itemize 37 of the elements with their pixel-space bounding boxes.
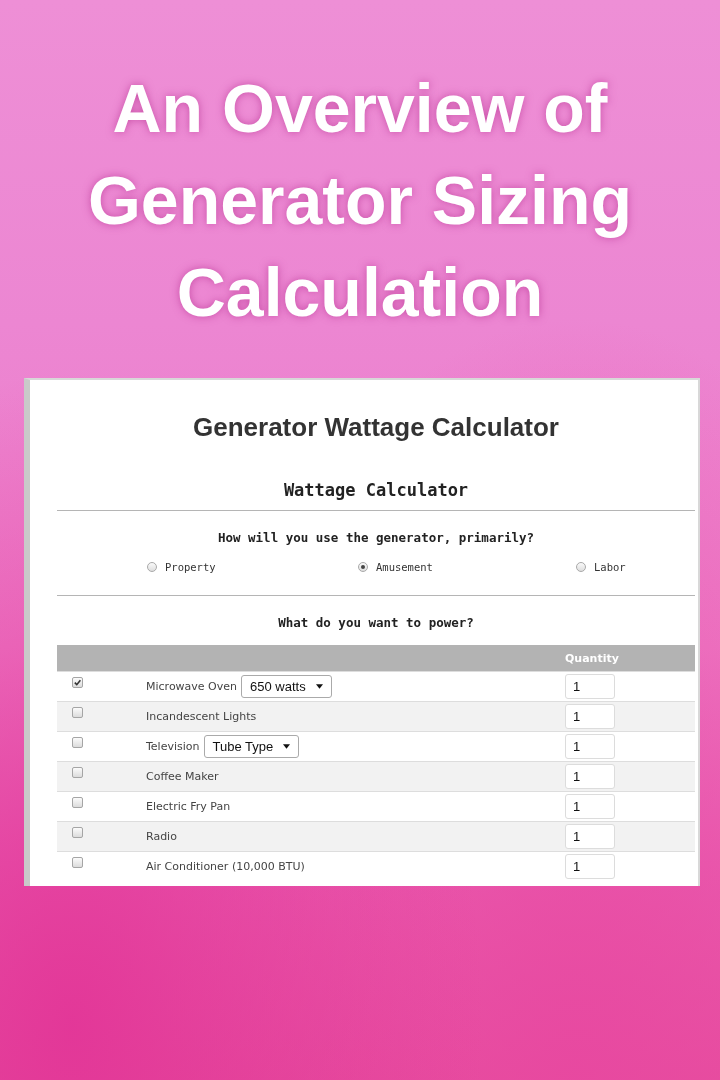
page-title: Generator Wattage Calculator	[192, 412, 560, 442]
radio-button[interactable]	[358, 562, 368, 572]
appliance-name: Electric Fry Pan	[146, 800, 231, 813]
caret-icon	[283, 744, 291, 749]
section-title: Wattage Calculator	[282, 479, 470, 501]
radio-label: Labor	[594, 561, 626, 573]
quantity-input[interactable]: 1	[565, 704, 615, 729]
dropdown[interactable]: Tube Type	[203, 735, 300, 758]
quantity-input[interactable]: 1	[565, 674, 615, 699]
checkbox[interactable]	[72, 707, 83, 718]
appliance-name: Coffee Maker	[146, 770, 219, 783]
checkbox[interactable]	[72, 797, 83, 808]
column-header: Quantity	[565, 651, 619, 665]
radio-label: Property	[165, 561, 216, 573]
appliance-name: Incandescent Lights	[146, 710, 257, 723]
radio-button[interactable]	[147, 562, 157, 572]
appliance-name: Radio	[146, 830, 177, 843]
checkbox[interactable]	[72, 737, 83, 748]
dropdown[interactable]: 650 watts	[241, 675, 332, 698]
usage-question: How will you use the generator, primarily?	[216, 530, 536, 546]
quantity-input[interactable]: 1	[565, 794, 615, 819]
radio-label: Amusement	[376, 561, 433, 573]
quantity-input[interactable]: 1	[565, 824, 615, 849]
quantity-input[interactable]: 1	[565, 764, 615, 789]
caret-icon	[315, 684, 323, 689]
checkbox[interactable]	[72, 827, 83, 838]
power-question: What do you want to power?	[277, 615, 475, 631]
checkbox[interactable]	[72, 857, 83, 868]
checkbox[interactable]	[72, 767, 83, 778]
appliance-name: Air Conditioner (10,000 BTU)	[146, 860, 305, 873]
appliance-name: Television	[146, 740, 200, 753]
radio-button[interactable]	[576, 562, 586, 572]
quantity-input[interactable]: 1	[565, 734, 615, 759]
headline: An Overview of Generator Sizing Calculation	[87, 69, 633, 332]
checkbox[interactable]	[72, 677, 83, 688]
quantity-input[interactable]: 1	[565, 854, 615, 879]
appliance-name: Microwave Oven	[146, 680, 238, 693]
